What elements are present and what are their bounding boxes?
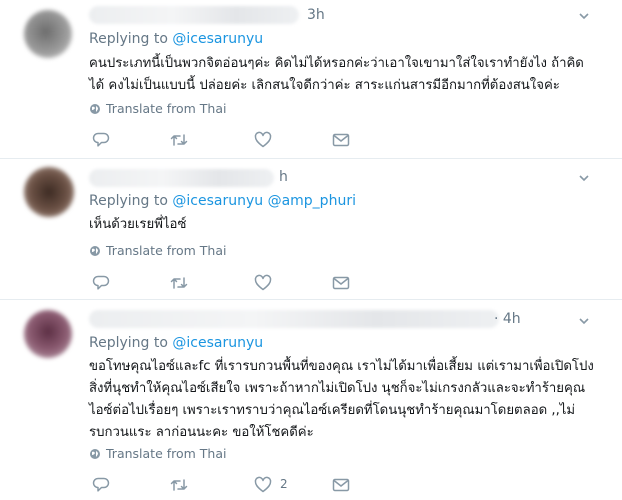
- chevron-down-icon[interactable]: [578, 172, 590, 184]
- translate-link[interactable]: Translate from Thai: [89, 243, 226, 260]
- tweet-text-line: เห็นด้วยเรยพี่ไอซ์: [89, 217, 187, 232]
- chevron-down-icon[interactable]: [578, 315, 590, 327]
- retweet-icon[interactable]: [170, 476, 188, 494]
- user-name-blurred[interactable]: [89, 169, 274, 187]
- user-name-blurred[interactable]: [89, 6, 299, 24]
- mention-link[interactable]: @icesarunyu: [172, 335, 263, 351]
- tweet-text: ขอโทษคุณไอซ์และfc ที่เรารบกวนพื้นที่ของค…: [89, 356, 604, 444]
- message-icon[interactable]: [332, 476, 350, 494]
- tweet-text-line: ไอซ์ต่อไปเรื่อยๆ เพราะเราทราบว่าคุณไอซ์เ…: [89, 403, 576, 418]
- avatar[interactable]: [24, 167, 74, 217]
- tweet-timestamp[interactable]: · 4h: [494, 311, 521, 327]
- translate-link[interactable]: Translate from Thai: [89, 446, 226, 463]
- tweet-text-line: สิ่งที่นุชทำให้คุณไอซ์เสียใจ เพราะถ้าหาก…: [89, 381, 586, 396]
- message-icon[interactable]: [332, 131, 350, 149]
- translate-label[interactable]: Translate from Thai: [106, 101, 226, 116]
- translate-link[interactable]: Translate from Thai: [89, 101, 226, 118]
- replying-to: Replying to @icesarunyu @amp_phuri: [89, 193, 356, 209]
- globe-icon: [89, 103, 101, 118]
- replying-to-label: Replying to: [89, 31, 173, 47]
- replying-to-label: Replying to: [89, 193, 173, 209]
- like-icon[interactable]: [254, 476, 272, 494]
- tweet-1[interactable]: 3h Replying to @icesarunyu คนประเภทนี้เป…: [0, 0, 622, 158]
- like-icon[interactable]: [254, 274, 272, 292]
- globe-icon: [89, 245, 101, 260]
- translate-label[interactable]: Translate from Thai: [106, 243, 226, 258]
- chevron-down-icon[interactable]: [578, 10, 590, 22]
- replying-to: Replying to @icesarunyu: [89, 31, 263, 47]
- tweet-3[interactable]: · 4h Replying to @icesarunyu ขอโทษคุณไอซ…: [0, 300, 622, 500]
- tweet-text-line: ได้ คงไม่เป็นแบบนี้ ปล่อยค่ะ เลิกสนใจดีก…: [89, 78, 560, 93]
- retweet-icon[interactable]: [170, 274, 188, 292]
- tweet-2[interactable]: h Replying to @icesarunyu @amp_phuri เห็…: [0, 159, 622, 299]
- mention-link[interactable]: @icesarunyu: [172, 193, 263, 209]
- globe-icon: [89, 448, 101, 463]
- like-count: 2: [280, 477, 288, 491]
- tweet-text-line: รบกวนแระ ลาก่อนนะคะ ขอให้โชคดีค่ะ: [89, 425, 314, 440]
- avatar[interactable]: [24, 310, 72, 358]
- tweet-timestamp[interactable]: h: [279, 169, 288, 185]
- tweet-text-line: คนประเภทนี้เป็นพวกจิตอ่อนๆค่ะ คิดไม่ได้ห…: [89, 56, 584, 71]
- avatar[interactable]: [24, 10, 72, 58]
- reply-icon[interactable]: [92, 131, 110, 149]
- retweet-icon[interactable]: [170, 131, 188, 149]
- reply-icon[interactable]: [92, 476, 110, 494]
- user-name-blurred[interactable]: [89, 310, 499, 328]
- translate-label[interactable]: Translate from Thai: [106, 446, 226, 461]
- tweet-text: เห็นด้วยเรยพี่ไอซ์: [89, 214, 604, 236]
- like-icon[interactable]: [254, 131, 272, 149]
- tweet-timestamp[interactable]: 3h: [307, 7, 325, 23]
- replying-to: Replying to @icesarunyu: [89, 335, 263, 351]
- tweet-text-line: ขอโทษคุณไอซ์และfc ที่เรารบกวนพื้นที่ของค…: [89, 359, 594, 374]
- reply-icon[interactable]: [92, 274, 110, 292]
- tweet-text: คนประเภทนี้เป็นพวกจิตอ่อนๆค่ะ คิดไม่ได้ห…: [89, 53, 604, 97]
- mention-link[interactable]: @amp_phuri: [268, 193, 356, 209]
- replying-to-label: Replying to: [89, 335, 173, 351]
- mention-link[interactable]: @icesarunyu: [172, 31, 263, 47]
- message-icon[interactable]: [332, 274, 350, 292]
